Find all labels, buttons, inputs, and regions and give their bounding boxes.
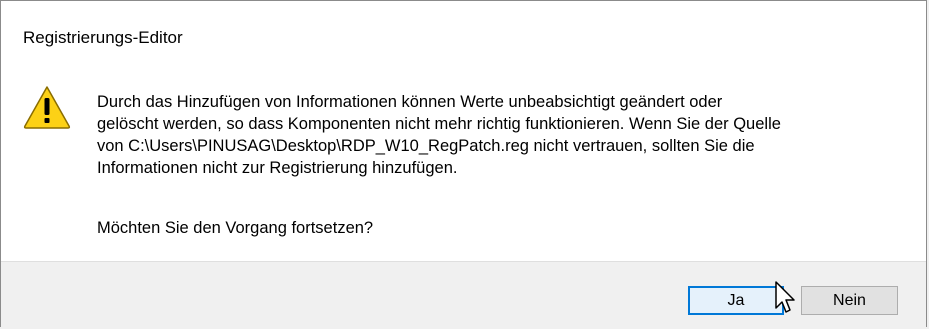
dialog-message: Durch das Hinzufügen von Informationen k…: [97, 91, 907, 179]
mouse-cursor-icon: [775, 281, 795, 313]
no-button[interactable]: Nein: [801, 286, 898, 315]
message-line: Durch das Hinzufügen von Informationen k…: [97, 93, 723, 111]
warning-icon: [23, 86, 71, 129]
dialog-title: Registrierungs-Editor: [23, 28, 183, 47]
dialog-question: Möchten Sie den Vorgang fortsetzen?: [97, 219, 374, 237]
message-line: von C:\Users\PINUSAG\Desktop\RDP_W10_Reg…: [97, 137, 755, 155]
message-line: Informationen nicht zur Registrierung hi…: [97, 159, 458, 177]
message-line: gelöscht werden, so dass Komponenten nic…: [97, 115, 781, 133]
yes-button[interactable]: Ja: [688, 286, 784, 315]
message-dialog: Registrierungs-Editor Durch das Hinzufüg…: [0, 0, 927, 327]
